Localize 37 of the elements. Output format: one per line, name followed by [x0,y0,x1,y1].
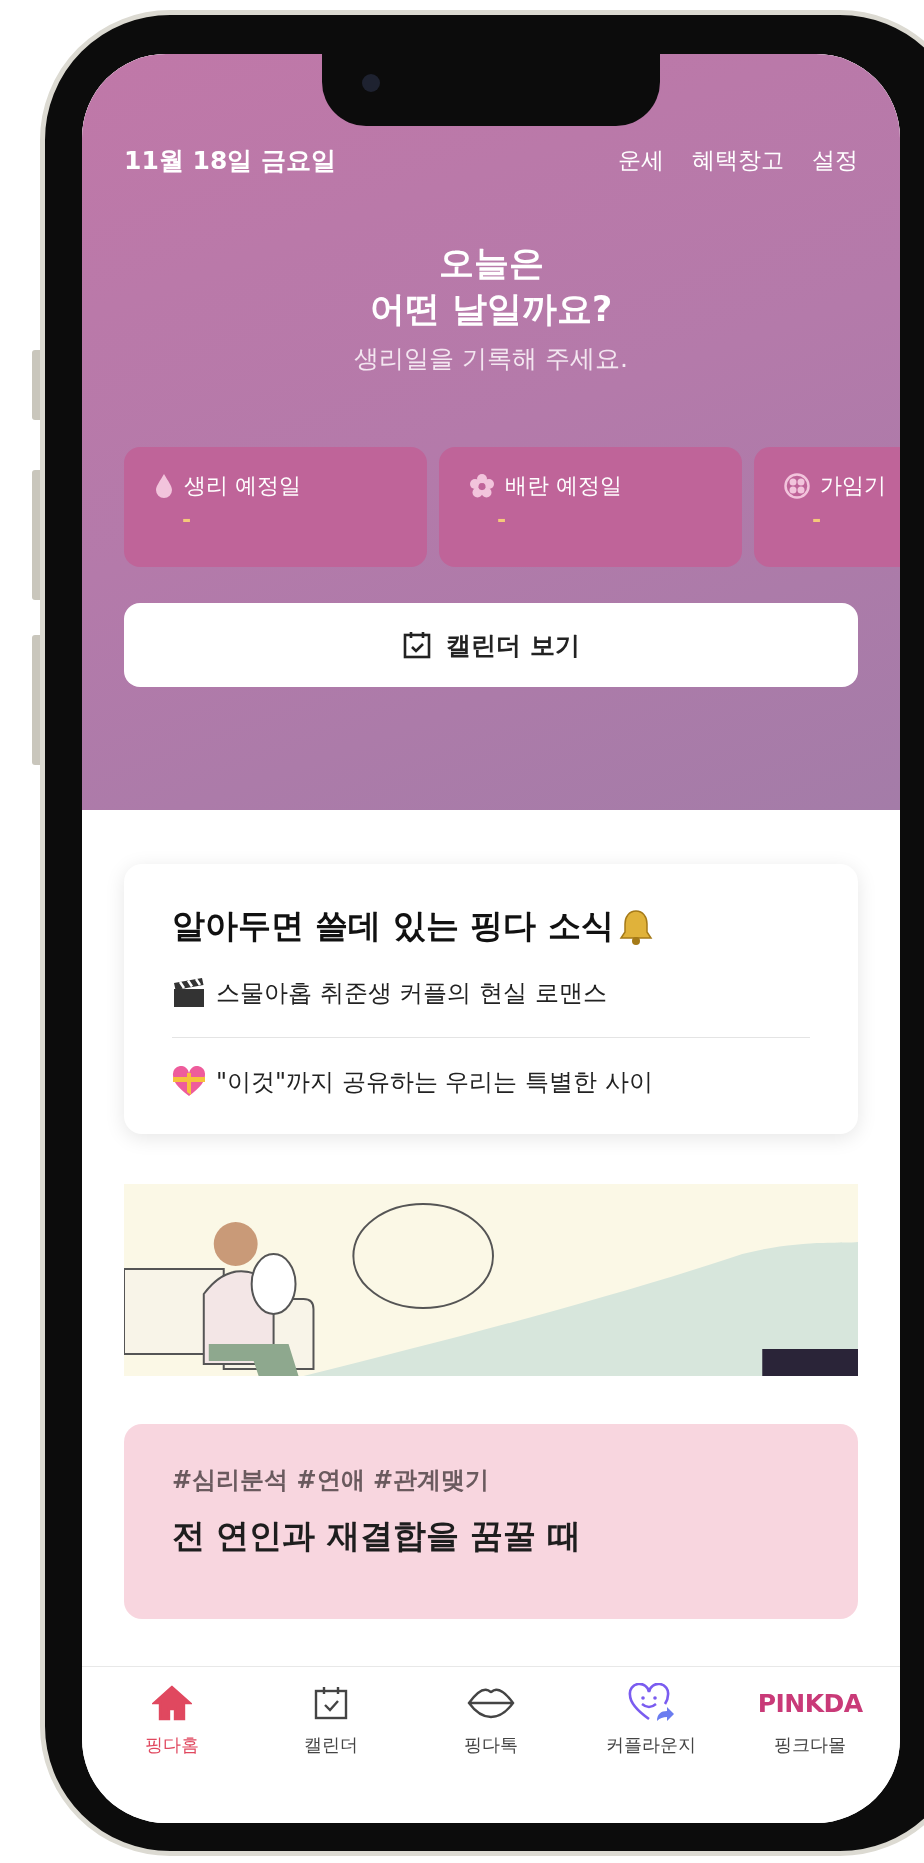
heart-ribbon-icon [172,1066,206,1098]
prediction-value: - [181,507,193,532]
prediction-label: 생리 예정일 [184,472,301,500]
prediction-label: 가임기 [820,472,886,500]
home-icon [151,1685,192,1721]
tab-item[interactable]: PINKDA 핑크다몰 [730,1667,890,1823]
date-label: 11월 18일 금요일 [124,145,336,177]
news-link[interactable]: 스물아홉 취준생 커플의 현실 로맨스 [216,977,607,1009]
prediction-label: 배란 예정일 [505,472,622,500]
camera-icon [362,74,380,92]
prediction-value: - [496,507,508,532]
calendar-icon [313,1685,350,1721]
drop-icon [154,473,174,499]
tab-item[interactable]: 핑다홈 [92,1667,252,1823]
tab-item[interactable]: 캘린더 [251,1667,412,1823]
headline: 오늘은 어떤 날일까요? [368,242,614,331]
news-title: 알아두면 쓸데 있는 핑다 소식 [172,905,614,947]
calendar-icon [402,630,433,660]
clapperboard-icon [172,977,206,1009]
subtitle: 생리일을 기록해 주세요. [353,343,629,375]
prediction-value: - [811,507,823,532]
prediction-card[interactable]: 가임기 - [754,447,900,567]
article-card[interactable]: #심리분석 #연애 #관계맺기 전 연인과 재결합을 꿈꿀 때 [124,1424,858,1619]
prediction-card[interactable]: 생리 예정일 - [124,447,427,567]
prediction-card[interactable]: 배란 예정일 - [439,447,742,567]
calendar-button[interactable]: 캘린더 보기 [124,603,858,687]
tab-item[interactable]: 핑다톡 [411,1667,571,1823]
news-link[interactable]: "이것"까지 공유하는 우리는 특별한 사이 [216,1066,653,1098]
flower-ring-icon [784,473,810,499]
tab-item[interactable]: 커플라운지 [570,1667,731,1823]
article-title: 전 연인과 재결합을 꿈꿀 때 [172,1515,582,1557]
flower-icon [469,473,495,499]
heart-smile-icon [626,1683,675,1723]
banner-illustration[interactable] [124,1184,858,1376]
article-tags: #심리분석 #연애 #관계맺기 [172,1464,810,1496]
lips-icon [467,1686,515,1720]
logo: PINKDA [757,1688,863,1718]
